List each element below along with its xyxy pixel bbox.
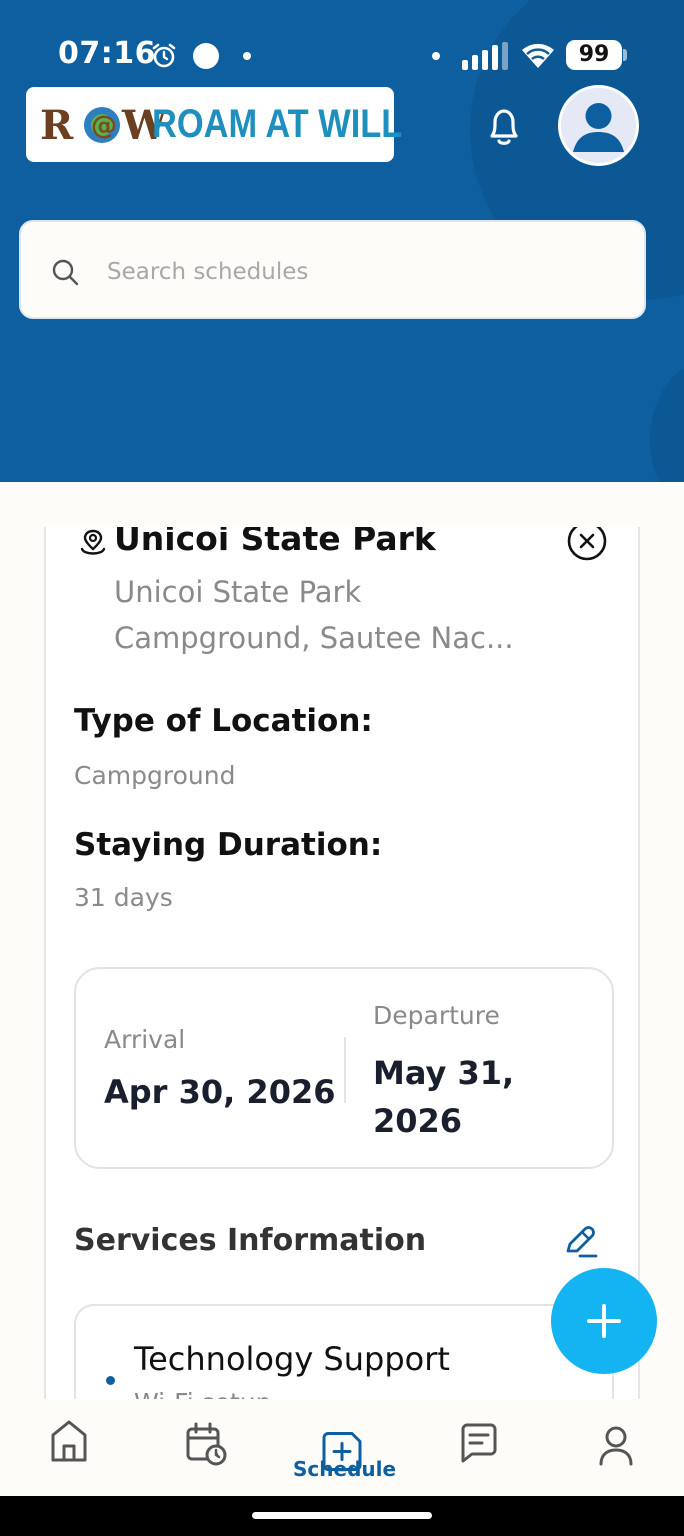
pencil-icon[interactable] — [562, 1225, 600, 1259]
search-bar[interactable] — [19, 220, 646, 319]
profile-icon[interactable] — [596, 1399, 636, 1496]
close-circle-icon[interactable] — [566, 527, 608, 561]
divider — [344, 1037, 346, 1103]
status-bar: 07:16 99 — [0, 30, 684, 80]
svg-text:@: @ — [91, 111, 117, 141]
add-schedule-button[interactable] — [551, 1268, 657, 1374]
signal-icon — [462, 42, 508, 70]
home-indicator[interactable] — [252, 1512, 432, 1519]
location-title: Unicoi State Park — [114, 527, 436, 558]
battery-level: 99 — [566, 40, 622, 70]
brand-logo-mark: R @ W — [38, 95, 166, 155]
bullet-icon — [106, 1376, 115, 1385]
brand-logo[interactable]: R @ W ROAM AT WILL — [26, 87, 402, 162]
service-item[interactable]: Technology Support Wi-Fi setup — [74, 1304, 614, 1407]
staying-duration-label: Staying Duration: — [74, 827, 383, 863]
notification-dot-icon — [193, 43, 219, 69]
plus-icon — [587, 1304, 621, 1338]
calendar-clock-icon[interactable] — [184, 1399, 228, 1496]
search-icon — [52, 259, 79, 286]
brand-name: ROAM AT WILL — [152, 102, 403, 146]
schedule-add-icon[interactable] — [320, 1399, 364, 1496]
bottom-nav: Schedule — [0, 1399, 684, 1496]
header: 07:16 99 R @ W ROAM AT WILL Search sched… — [0, 0, 684, 482]
alarm-icon — [152, 43, 176, 68]
departure-label: Departure — [373, 1001, 500, 1030]
departure-date: May 31, 2026 — [373, 1054, 515, 1140]
home-icon[interactable] — [48, 1399, 90, 1496]
location-address: Unicoi State Park Campground, Sautee Nac… — [114, 569, 554, 661]
notification-dot-icon — [432, 52, 440, 60]
system-navigation-bar — [0, 1496, 684, 1536]
location-pin-icon — [80, 529, 106, 555]
bell-icon[interactable] — [484, 104, 524, 148]
header-decoration — [650, 360, 684, 482]
dates-box: Arrival Apr 30, 2026 Departure May 31, 2… — [74, 967, 614, 1169]
arrival-label: Arrival — [104, 1025, 186, 1054]
user-avatar-icon[interactable] — [558, 85, 639, 166]
address-line-1: Unicoi State Park — [114, 575, 362, 609]
svg-text:R: R — [40, 102, 74, 149]
type-of-location-value: Campground — [74, 761, 236, 790]
status-time: 07:16 — [58, 36, 156, 71]
arrival-date: Apr 30, 2026 — [104, 1073, 336, 1111]
service-name: Technology Support — [134, 1340, 450, 1378]
notification-dot-icon — [243, 52, 251, 60]
logo-mark-icon: R @ W — [40, 102, 166, 149]
type-of-location-label: Type of Location: — [74, 703, 373, 739]
search-input[interactable] — [107, 252, 607, 292]
nav-label-schedule[interactable]: Schedule — [293, 1457, 396, 1481]
battery-icon: 99 — [566, 40, 627, 70]
staying-duration-value: 31 days — [74, 883, 173, 912]
chat-icon[interactable] — [458, 1399, 500, 1496]
services-title: Services Information — [74, 1223, 427, 1258]
wifi-icon — [522, 43, 554, 68]
address-line-2: Campground, Sautee Nac... — [114, 621, 514, 655]
